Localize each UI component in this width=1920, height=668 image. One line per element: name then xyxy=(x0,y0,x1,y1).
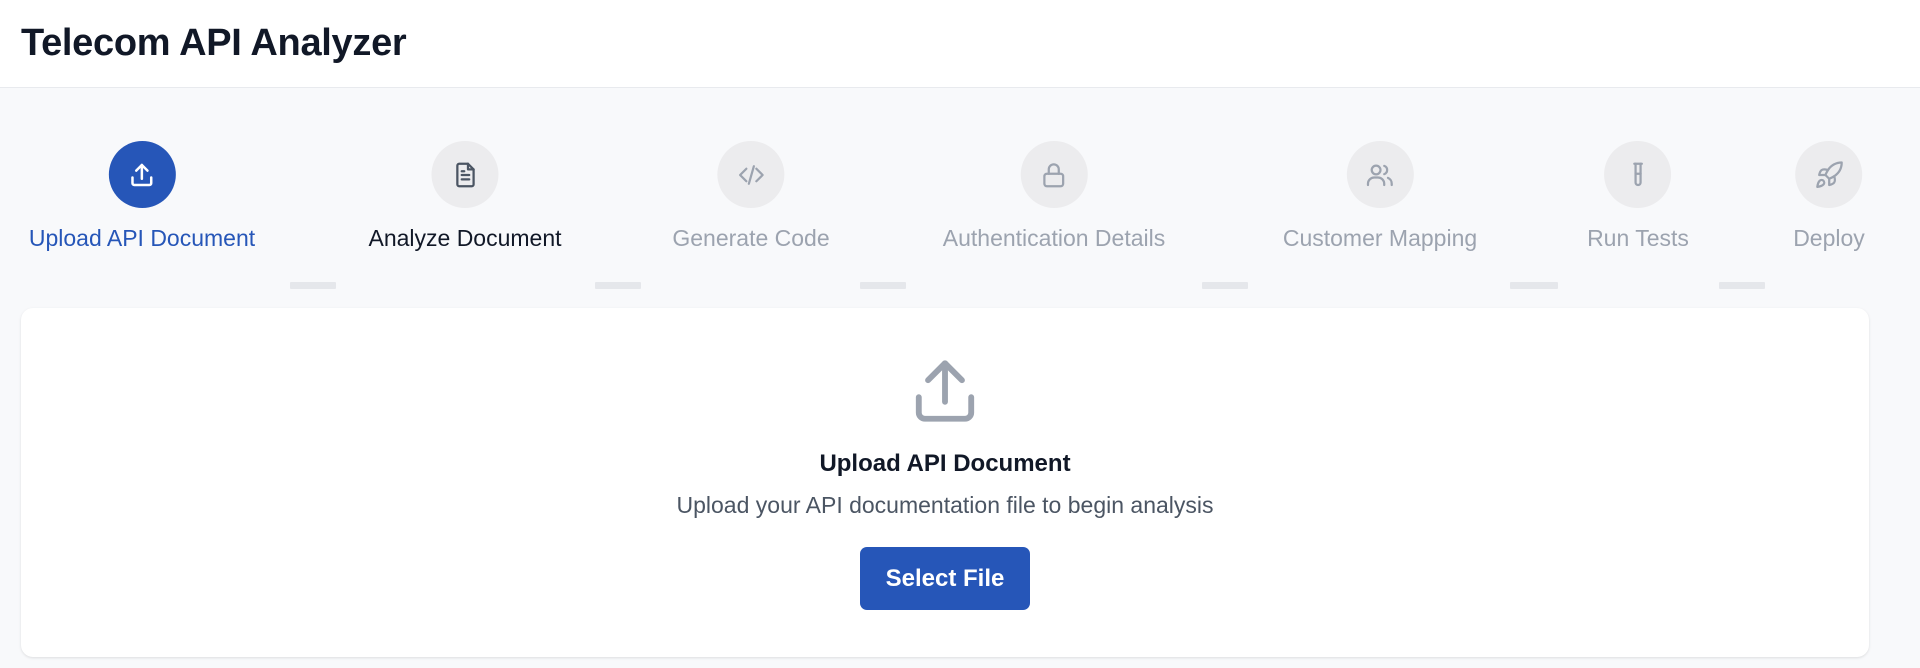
step-customer-mapping[interactable]: Customer Mapping xyxy=(1283,141,1477,251)
step-label: Customer Mapping xyxy=(1282,225,1478,251)
document-icon xyxy=(455,162,475,187)
code-icon xyxy=(738,164,764,185)
progress-stepper: Upload API Document Analyze Document Gen… xyxy=(0,88,1920,308)
step-authentication-details[interactable]: Authentication Details xyxy=(943,141,1165,251)
step-indicator xyxy=(1346,141,1414,208)
upload-icon xyxy=(131,163,153,186)
step-label: Generate Code xyxy=(672,225,830,251)
step-connector xyxy=(860,282,906,289)
upload-icon xyxy=(915,360,975,422)
upload-card: Upload API Document Upload your API docu… xyxy=(21,308,1869,657)
step-connector xyxy=(1510,282,1558,289)
step-indicator xyxy=(717,141,785,208)
upload-title: Upload API Document xyxy=(819,450,1071,477)
app-header: Telecom API Analyzer xyxy=(0,0,1920,88)
step-indicator xyxy=(431,141,499,208)
step-connector xyxy=(290,282,336,289)
step-label: Run Tests xyxy=(1587,225,1689,251)
step-analyze-document[interactable]: Analyze Document xyxy=(368,141,562,251)
step-indicator xyxy=(108,141,176,208)
lock-icon xyxy=(1043,162,1065,187)
step-label: Deploy xyxy=(1793,225,1865,251)
step-connector xyxy=(1202,282,1248,289)
step-generate-code[interactable]: Generate Code xyxy=(672,141,830,251)
step-indicator xyxy=(1020,141,1088,208)
select-file-button[interactable]: Select File xyxy=(860,547,1030,610)
app-title: Telecom API Analyzer xyxy=(21,22,407,64)
step-upload-api-document[interactable]: Upload API Document xyxy=(29,141,255,251)
upload-description: Upload your API documentation file to be… xyxy=(676,492,1214,518)
step-connector xyxy=(595,282,641,289)
test-tube-icon xyxy=(1633,162,1643,186)
step-connector xyxy=(1719,282,1765,289)
step-label: Upload API Document xyxy=(28,225,256,251)
step-deploy[interactable]: Deploy xyxy=(1793,141,1865,251)
step-label: Analyze Document xyxy=(368,225,562,251)
users-icon xyxy=(1367,164,1393,186)
step-run-tests[interactable]: Run Tests xyxy=(1587,141,1689,251)
step-indicator xyxy=(1604,141,1672,208)
rocket-icon xyxy=(1815,160,1843,188)
step-label: Authentication Details xyxy=(942,225,1166,251)
step-indicator xyxy=(1795,141,1863,208)
